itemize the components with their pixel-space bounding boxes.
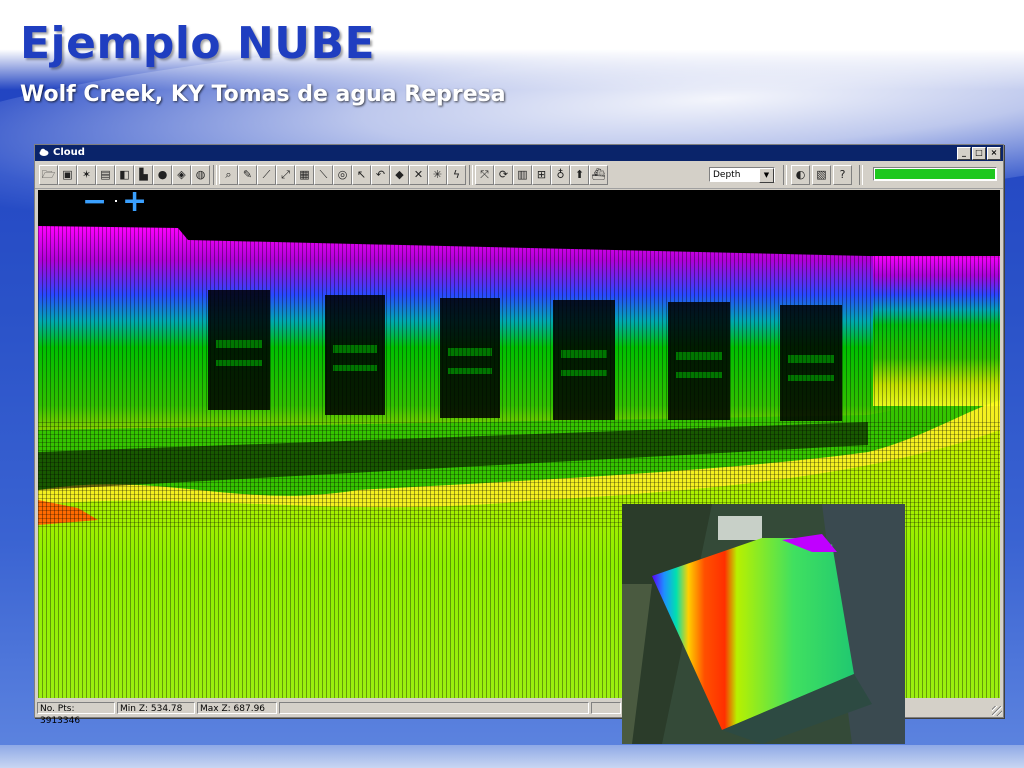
grid-line-icon[interactable]: ▦ xyxy=(295,165,314,185)
slide-bottom-strip xyxy=(0,745,1024,768)
toolbar-separator xyxy=(213,165,217,185)
zoom-out-button[interactable]: − xyxy=(82,190,107,219)
undo-icon[interactable]: ↶ xyxy=(371,165,390,185)
slide-title: Ejemplo NUBE xyxy=(20,18,376,69)
app-cloud-icon xyxy=(39,148,49,156)
zoom-controls: − + xyxy=(82,190,152,219)
export-icon[interactable]: ◧ xyxy=(115,165,134,185)
status-min-z: Min Z: 534.78 xyxy=(117,702,195,714)
globe-icon[interactable]: ◍ xyxy=(191,165,210,185)
maximize-button[interactable]: □ xyxy=(972,147,986,160)
status-empty-panel xyxy=(279,702,589,714)
window-titlebar[interactable]: Cloud _ □ × xyxy=(35,145,1003,161)
toolbar-separator xyxy=(859,165,863,185)
pencil-icon[interactable]: ✎ xyxy=(238,165,257,185)
layers-icon[interactable]: ◈ xyxy=(172,165,191,185)
status-point-count: No. Pts: 3913346 xyxy=(37,702,115,726)
status-empty-panel xyxy=(591,702,621,714)
chevron-down-icon[interactable]: ▼ xyxy=(759,168,774,183)
slide-subtitle: Wolf Creek, KY Tomas de agua Represa xyxy=(20,82,506,107)
target-icon[interactable]: ◎ xyxy=(333,165,352,185)
fit-view-icon[interactable]: ⤧ xyxy=(475,165,494,185)
window-title: Cloud xyxy=(53,147,85,158)
delete-icon[interactable]: ✕ xyxy=(409,165,428,185)
book-icon[interactable]: ◐ xyxy=(791,165,810,185)
ruler-icon[interactable]: ⟍ xyxy=(314,165,333,185)
close-button[interactable]: × xyxy=(987,147,1001,160)
help-icon[interactable]: ? xyxy=(833,165,852,185)
select-all-icon[interactable]: ✶ xyxy=(77,165,96,185)
color-mode-select[interactable]: Depth ▼ xyxy=(709,167,775,183)
load-progress-bar xyxy=(873,167,997,181)
sparkle-icon[interactable]: ✳ xyxy=(428,165,447,185)
rotate-icon[interactable]: ⟳ xyxy=(494,165,513,185)
save-as-icon[interactable]: ▤ xyxy=(96,165,115,185)
film-icon[interactable]: ▥ xyxy=(513,165,532,185)
toolbar-separator xyxy=(783,165,787,185)
satellite-depth-inset xyxy=(622,504,905,744)
xyz-icon[interactable]: ⤢ xyxy=(276,165,295,185)
measure-icon[interactable]: ⟋ xyxy=(257,165,276,185)
lightbulb-icon[interactable]: ♁ xyxy=(551,165,570,185)
satellite-depth-image xyxy=(622,504,905,744)
eraser-icon[interactable]: ◆ xyxy=(390,165,409,185)
printer-color-icon[interactable]: ▧ xyxy=(812,165,831,185)
toolbar: 🗁 ▣ ✶ ▤ ◧ ▙ ● ◈ ◍ ⌕ ✎ ⟋ ⤢ ▦ ⟍ ◎ ↖ ↶ ◆ ✕ … xyxy=(35,162,1003,189)
load-progress-fill xyxy=(875,169,995,179)
toolbar-separator xyxy=(469,165,473,185)
print-icon[interactable]: ▙ xyxy=(134,165,153,185)
color-mode-value: Depth xyxy=(713,170,741,180)
zoom-icon[interactable]: ⌕ xyxy=(219,165,238,185)
resize-grip[interactable] xyxy=(992,706,1002,716)
boat-icon[interactable]: ⛴ xyxy=(589,165,608,185)
zoom-in-button[interactable]: + xyxy=(122,190,147,219)
mesh-icon[interactable]: ⊞ xyxy=(532,165,551,185)
zoom-level-dot xyxy=(115,200,117,202)
save-icon[interactable]: ▣ xyxy=(58,165,77,185)
camera-icon[interactable]: ● xyxy=(153,165,172,185)
lightning-icon[interactable]: ϟ xyxy=(447,165,466,185)
cursor-icon[interactable]: ↖ xyxy=(352,165,371,185)
status-max-z: Max Z: 687.96 xyxy=(197,702,277,714)
minimize-button[interactable]: _ xyxy=(957,147,971,160)
open-folder-icon[interactable]: 🗁 xyxy=(39,165,58,185)
arrow-up-icon[interactable]: ⬆ xyxy=(570,165,589,185)
